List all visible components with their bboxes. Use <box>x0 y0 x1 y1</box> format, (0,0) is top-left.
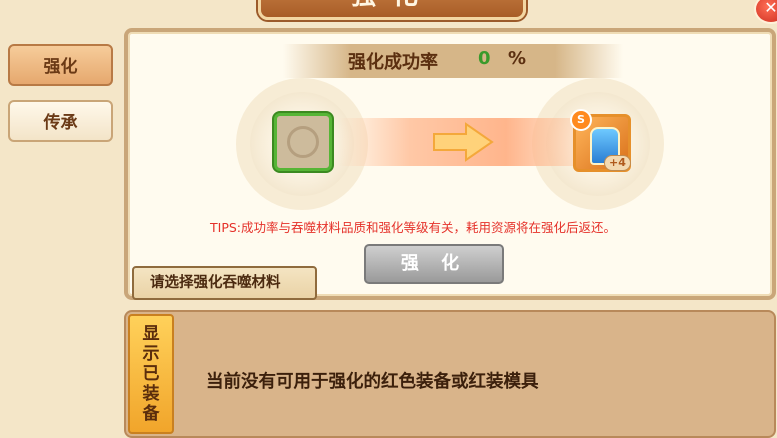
tab-inherit[interactable]: 传承 <box>8 100 113 142</box>
equipment-level: +4 <box>604 155 631 171</box>
tab-enhance[interactable]: 强化 <box>8 44 113 86</box>
grade-badge: S <box>570 109 592 131</box>
right-arrow-icon <box>433 122 494 162</box>
show-equipped-button[interactable]: 显示已装备 <box>128 314 174 434</box>
arrow-trail <box>338 118 578 166</box>
success-rate-label: 强化成功率 <box>348 52 438 73</box>
empty-list-message: 当前没有可用于强化的红色装备或红装模具 <box>206 372 539 392</box>
target-equipment[interactable]: S +4 <box>570 109 631 172</box>
tips-text: TIPS:成功率与吞噬材料品质和强化等级有关，耗用资源将在强化后返还。 <box>210 220 617 235</box>
close-icon[interactable]: ✕ <box>754 0 777 24</box>
enhance-button[interactable]: 强 化 <box>364 244 504 284</box>
enhance-panel: 强化成功率 0 % S +4 TIPS:成功率与吞噬材料品质和强化等级有关，耗用… <box>124 28 776 300</box>
enhance-window: 强化 ✕ 强化 传承 强化成功率 0 % S +4 TIPS:成功率与吞噬材料品… <box>0 0 777 438</box>
window-title-tab: 强化 <box>258 0 526 20</box>
select-material-label: 请选择强化吞噬材料 <box>132 266 317 300</box>
success-rate-value: 0 <box>478 48 491 69</box>
window-title: 强化 <box>261 0 523 12</box>
rate-banner <box>283 44 623 78</box>
empty-slot-icon <box>287 126 319 158</box>
show-equipped-label: 显示已装备 <box>142 324 160 424</box>
success-rate-unit: % <box>508 48 527 69</box>
equipment-list-panel: 显示已装备 当前没有可用于强化的红色装备或红装模具 <box>124 310 776 438</box>
material-slot[interactable] <box>274 113 332 171</box>
